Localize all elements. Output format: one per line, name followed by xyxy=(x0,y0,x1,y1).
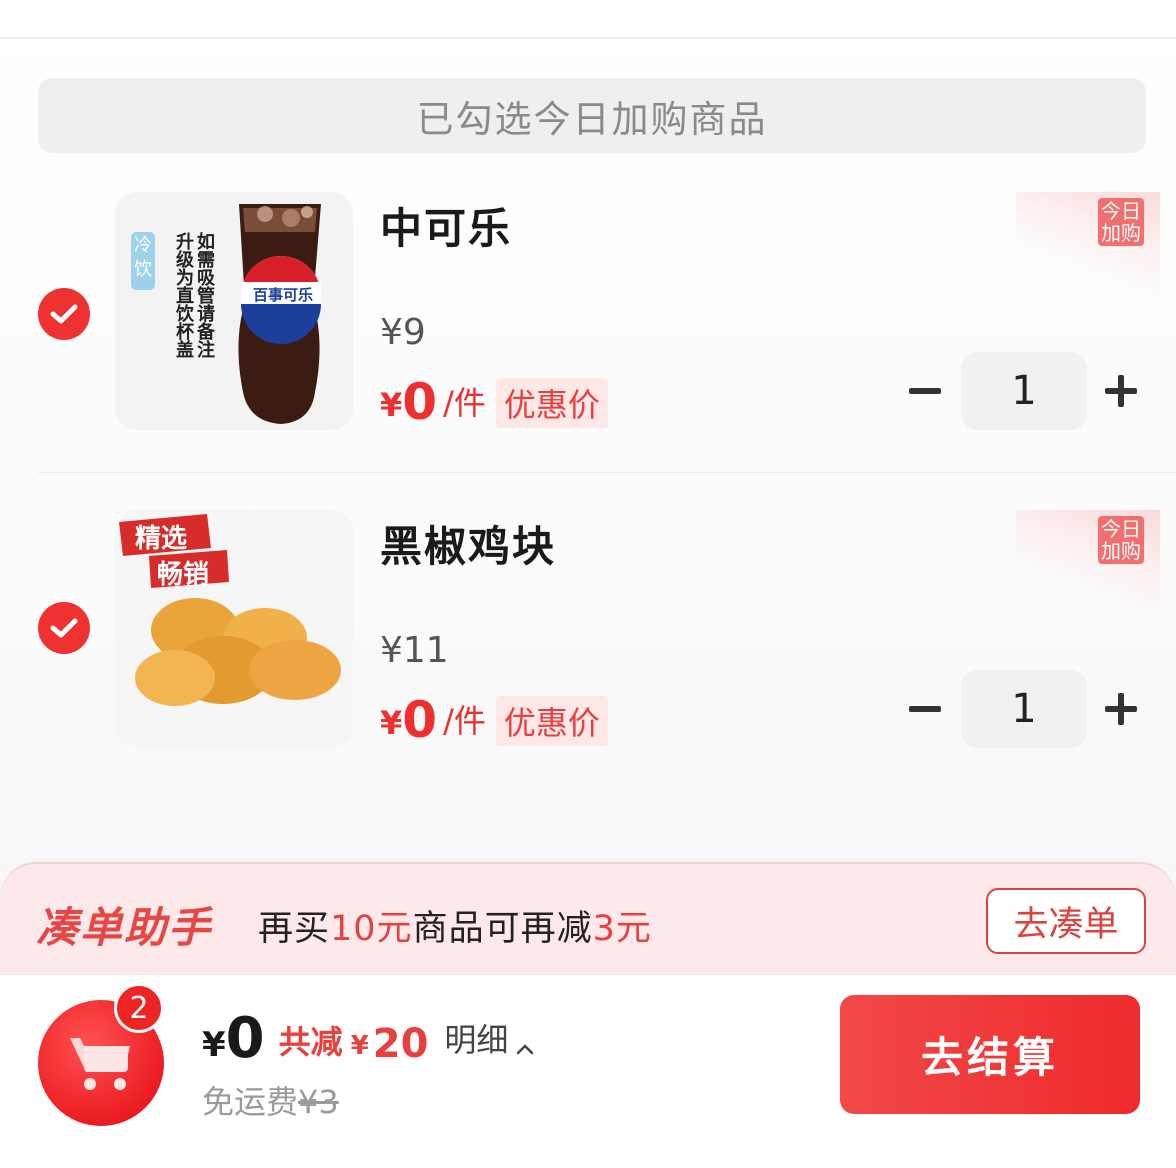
price-unit: /件 xyxy=(443,702,486,740)
currency-symbol: ¥ xyxy=(380,704,403,742)
deal-price-row: ¥ 0 /件 优惠价 xyxy=(380,688,608,748)
section-header: 已勾选今日加购商品 xyxy=(38,78,1146,153)
today-addon-label: 今日加购 xyxy=(1098,516,1144,564)
promo-tag: 优惠价 xyxy=(495,696,608,746)
original-shipping-fee: ¥3 xyxy=(298,1083,339,1121)
original-price: ¥9 xyxy=(380,312,426,353)
product-image-nuggets[interactable]: 精选 畅销 xyxy=(115,510,353,748)
product-image-cola[interactable]: 冷饮 如需吸管请备注升级为直饮杯盖 百事可乐 xyxy=(115,192,353,430)
brand-label: 百事可乐 xyxy=(252,286,313,304)
deal-price: 0 xyxy=(402,373,438,431)
featured-badge: 精选 xyxy=(135,524,188,554)
straw-note: 如需吸管请备注升级为直饮杯盖 xyxy=(173,232,215,358)
cart-item-nuggets: 精选 畅销 黑椒鸡块 ¥11 ¥ 0 /件 优惠价 1 今日加购 xyxy=(0,508,1176,748)
check-icon xyxy=(50,304,78,324)
cold-drink-label: 冷饮 xyxy=(134,235,152,280)
item-checkbox[interactable] xyxy=(38,602,90,654)
original-price: ¥11 xyxy=(380,630,449,671)
decrease-button[interactable] xyxy=(900,364,950,418)
today-addon-badge: 今日加购 xyxy=(1016,192,1160,312)
quantity-stepper: 1 xyxy=(900,352,1150,430)
minus-icon xyxy=(909,706,941,712)
total-currency: ¥ xyxy=(202,1025,226,1065)
detail-toggle[interactable]: 明细 xyxy=(444,1015,508,1061)
top-divider xyxy=(0,37,1176,39)
price-unit: /件 xyxy=(443,384,486,422)
helper-title: 凑单助手 xyxy=(36,903,213,952)
helper-amount: 10元 xyxy=(330,909,413,949)
item-divider xyxy=(38,472,1176,473)
helper-text-pre: 再买 xyxy=(258,909,331,949)
increase-button[interactable] xyxy=(1096,364,1146,418)
helper-text-mid: 商品可再减 xyxy=(412,909,593,949)
savings-label: 共减 xyxy=(278,1023,343,1061)
increase-button[interactable] xyxy=(1096,682,1146,736)
promo-tag: 优惠价 xyxy=(495,378,608,428)
plus-icon xyxy=(1105,375,1137,407)
savings-amount: 20 xyxy=(372,1021,429,1067)
check-icon xyxy=(50,618,78,638)
product-name: 中可乐 xyxy=(380,204,513,253)
helper-message: 再买10元商品可再减3元 xyxy=(258,900,652,951)
free-shipping-label: 免运费 xyxy=(202,1083,299,1121)
quantity-value[interactable]: 1 xyxy=(961,352,1087,430)
shipping-info: 免运费¥3 xyxy=(202,1077,339,1123)
today-addon-label: 今日加购 xyxy=(1098,198,1144,246)
deal-price: 0 xyxy=(402,691,438,749)
quantity-stepper: 1 xyxy=(900,670,1150,748)
checkout-button[interactable]: 去结算 xyxy=(840,995,1140,1114)
quantity-value[interactable]: 1 xyxy=(961,670,1087,748)
caret-up-icon[interactable] xyxy=(516,1043,534,1055)
bestseller-badge: 畅销 xyxy=(157,560,210,590)
total-amount: 0 xyxy=(225,1006,265,1071)
helper-discount: 3元 xyxy=(592,909,652,949)
add-on-button[interactable]: 去凑单 xyxy=(986,888,1146,954)
cart-item-cola: 冷饮 如需吸管请备注升级为直饮杯盖 百事可乐 中可乐 ¥9 ¥ 0 /件 优惠价… xyxy=(0,190,1176,430)
cart-icon xyxy=(70,1038,130,1090)
deal-price-row: ¥ 0 /件 优惠价 xyxy=(380,370,608,430)
checkout-bar: 2 ¥ 0 共减 ¥ 20 明细 免运费¥3 去结算 xyxy=(0,975,1176,1168)
order-helper-bar: 凑单助手 再买10元商品可再减3元 去凑单 xyxy=(0,862,1176,982)
savings-currency: ¥ xyxy=(350,1031,369,1061)
item-checkbox[interactable] xyxy=(38,288,90,340)
total-row: ¥ 0 共减 ¥ 20 明细 xyxy=(202,1009,534,1069)
minus-icon xyxy=(909,388,941,394)
cart-count-badge: 2 xyxy=(114,983,164,1033)
plus-icon xyxy=(1105,693,1137,725)
product-name: 黑椒鸡块 xyxy=(380,522,557,571)
decrease-button[interactable] xyxy=(900,682,950,736)
today-addon-badge: 今日加购 xyxy=(1016,510,1160,630)
currency-symbol: ¥ xyxy=(380,386,403,424)
